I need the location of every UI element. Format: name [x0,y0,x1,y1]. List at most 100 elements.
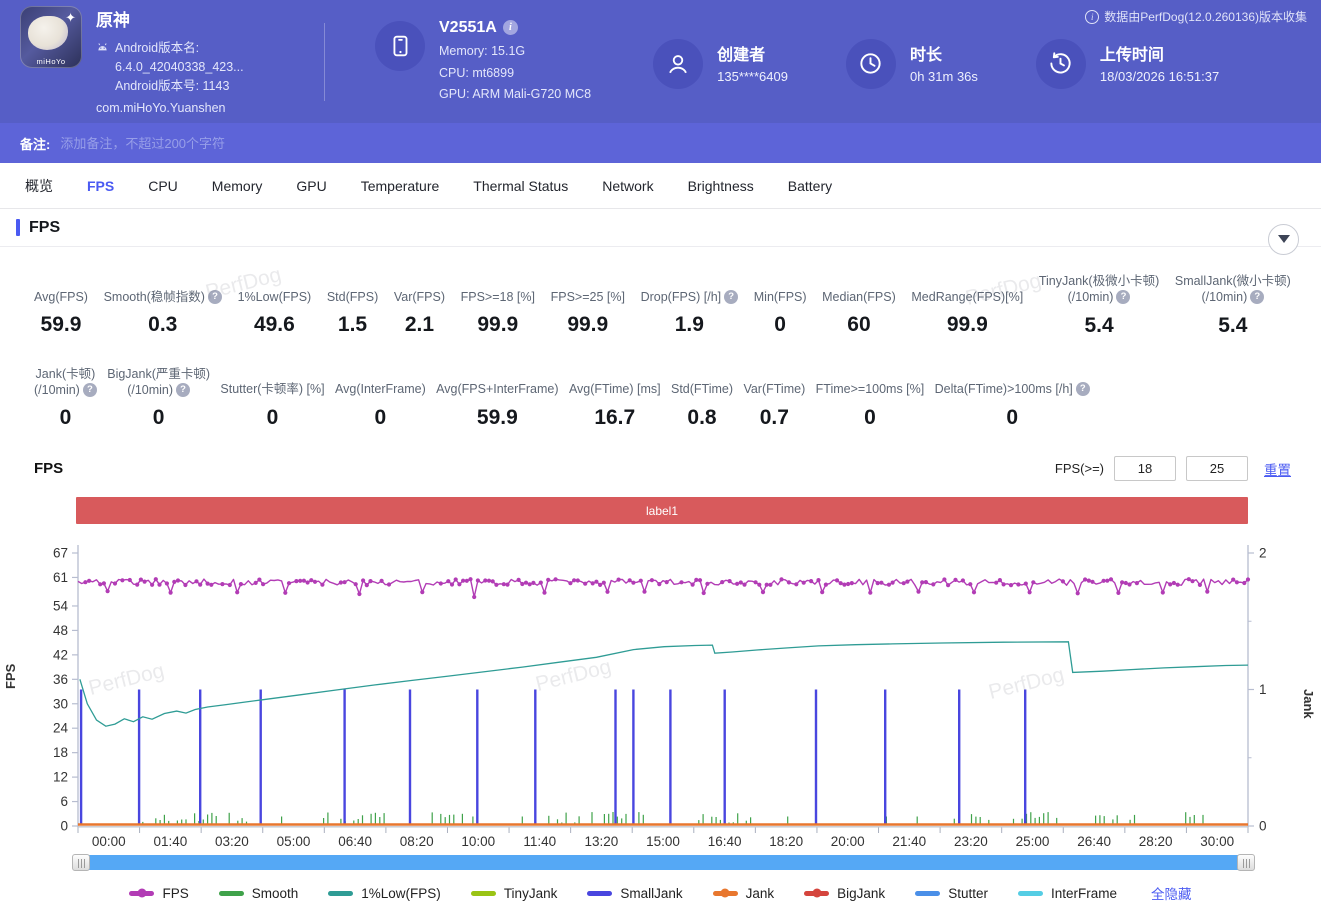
legend-bigjank[interactable]: BigJank [804,886,885,901]
svg-text:6: 6 [60,794,68,809]
svg-text:21:40: 21:40 [892,834,926,849]
creator-block: 创建者 135****6409 [653,35,788,89]
scrollbar-left-handle[interactable] [72,854,90,871]
stat-item: Drop(FPS) [/h]?1.9 [641,273,739,338]
section-title: FPS [29,219,60,237]
app-icon-caption: miHoYo [20,57,82,66]
legend-1-low-fps-[interactable]: 1%Low(FPS) [328,886,441,901]
legend-tinyjank[interactable]: TinyJank [471,886,558,901]
app-icon: ✦ miHoYo [20,6,82,68]
tab-brightness[interactable]: Brightness [671,163,771,209]
svg-text:16:40: 16:40 [708,834,742,849]
android-version-name: Android版本名: 6.4.0_42040338_423... [115,39,320,77]
help-icon[interactable]: ? [1250,290,1264,304]
remarks-input[interactable] [60,136,1301,151]
stat-value: 0 [34,406,97,430]
scrollbar-track[interactable] [81,855,1246,870]
stat-item: FTime>=100ms [%]0 [816,366,925,431]
stat-value: 0.3 [104,313,222,337]
stat-value: 60 [822,313,896,337]
phone-icon [375,21,425,71]
svg-text:01:40: 01:40 [154,834,188,849]
stat-value: 0 [107,406,210,430]
collapse-button[interactable] [1268,224,1299,255]
chart-header: FPS FPS(>=) 重置 [34,456,1291,481]
device-gpu: GPU: ARM Mali-G720 MC8 [439,84,591,106]
grip-icon [1243,859,1251,868]
svg-text:25:00: 25:00 [1016,834,1050,849]
svg-text:30: 30 [53,696,68,711]
stat-value: 49.6 [238,313,312,337]
help-icon[interactable]: ? [208,290,222,304]
stat-value: 0 [335,406,426,430]
stat-value: 1.9 [641,313,739,337]
tab-fps[interactable]: FPS [70,163,131,209]
hide-all-link[interactable]: 全隐藏 [1151,883,1192,903]
stat-value: 2.1 [394,313,445,337]
stat-item: Median(FPS)60 [822,273,896,338]
reset-link[interactable]: 重置 [1264,459,1291,479]
legend-stutter[interactable]: Stutter [915,886,988,901]
user-icon [653,39,703,89]
help-icon[interactable]: ? [176,383,190,397]
fps-threshold-input-1[interactable] [1114,456,1176,481]
legend-marker [587,891,612,896]
stat-value: 0 [220,406,324,430]
svg-text:FPS: FPS [3,663,18,689]
info-icon: i [1085,10,1099,24]
legend-marker [1018,891,1043,896]
legend-marker [129,891,154,896]
svg-text:06:40: 06:40 [338,834,372,849]
tab-cpu[interactable]: CPU [131,163,195,209]
duration-block: 时长 0h 31m 36s [846,35,978,89]
help-icon[interactable]: ? [1076,382,1090,396]
scrollbar-right-handle[interactable] [1237,854,1255,871]
header-divider [324,23,325,101]
device-info-icon[interactable]: i [503,20,518,35]
tab-battery[interactable]: Battery [771,163,849,209]
legend-marker [328,891,353,896]
stat-value: 5.4 [1039,314,1159,338]
app-block: ✦ miHoYo 原神 Android版本名: 6.4.0_42040338_4… [20,6,320,118]
tab-temperature[interactable]: Temperature [344,163,457,209]
svg-text:15:00: 15:00 [646,834,680,849]
tab-thermal-status[interactable]: Thermal Status [456,163,585,209]
tab-memory[interactable]: Memory [195,163,280,209]
collect-note-text: 数据由PerfDog(12.0.260136)版本收集 [1104,8,1307,25]
legend-marker [915,891,940,896]
svg-text:23:20: 23:20 [954,834,988,849]
section-accent-bar [16,219,20,236]
legend-jank[interactable]: Jank [713,886,775,901]
stat-item: TinyJank(极微小卡顿)(/10min)?5.4 [1039,273,1159,338]
legend-smooth[interactable]: Smooth [219,886,299,901]
stat-item: 1%Low(FPS)49.6 [238,273,312,338]
svg-text:Jank: Jank [1301,689,1316,719]
creator-value: 135****6409 [717,69,788,84]
help-icon[interactable]: ? [83,383,97,397]
legend-smalljank[interactable]: SmallJank [587,886,682,901]
tab-network[interactable]: Network [585,163,670,209]
stat-item: Avg(InterFrame)0 [335,366,426,431]
legend-marker [804,891,829,896]
tab-概览[interactable]: 概览 [8,163,70,209]
fps-chart[interactable]: 061218243036424854616701200:0001:4003:20… [0,536,1321,854]
stat-item: Stutter(卡顿率) [%]0 [220,366,324,431]
app-package: com.miHoYo.Yuanshen [96,99,320,118]
chart-title: FPS [34,460,63,477]
stat-value: 99.9 [461,313,535,337]
svg-text:2: 2 [1259,546,1267,561]
label1-banner: label1 [76,497,1248,524]
legend-interframe[interactable]: InterFrame [1018,886,1117,901]
stat-value: 59.9 [34,313,88,337]
chart-legend: FPS Smooth 1%Low(FPS) TinyJank SmallJank Jank… [0,883,1321,903]
svg-text:24: 24 [53,721,69,736]
help-icon[interactable]: ? [1116,290,1130,304]
help-icon[interactable]: ? [724,290,738,304]
device-model: V2551A [439,19,497,37]
tab-gpu[interactable]: GPU [279,163,343,209]
legend-fps[interactable]: FPS [129,886,188,901]
stat-item: Jank(卡顿)(/10min)?0 [34,366,97,431]
svg-text:1: 1 [1259,682,1267,697]
stat-item: Std(FPS)1.5 [327,273,378,338]
fps-threshold-input-2[interactable] [1186,456,1248,481]
